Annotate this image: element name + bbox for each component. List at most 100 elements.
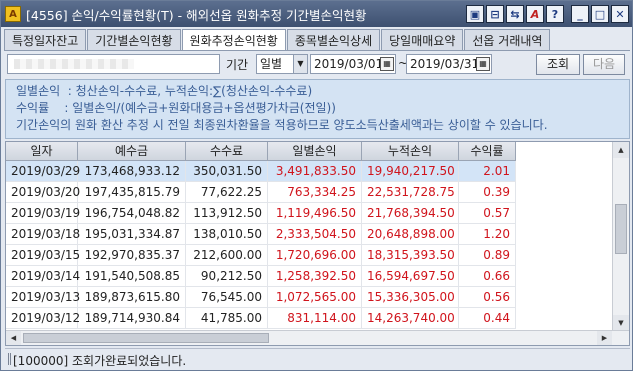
scroll-up-icon[interactable]: ▲ [613, 142, 629, 158]
info-line-daily-pnl: 일별손익 : 청산손익-수수료, 누적손익:∑(청산손익-수수료) [16, 84, 313, 98]
cell-fee: 77,622.25 [186, 182, 268, 202]
font-icon[interactable]: A [526, 5, 544, 23]
calendar-icon[interactable]: ▦ [380, 57, 394, 71]
cell-daily-pnl: 1,119,496.50 [268, 203, 362, 223]
cell-deposit: 195,031,334.87 [78, 224, 186, 244]
scroll-right-icon[interactable]: ▶ [597, 331, 612, 345]
next-button[interactable]: 다음 [583, 54, 625, 75]
grid-empty-area [516, 161, 613, 331]
maximize-icon[interactable]: □ [591, 5, 609, 23]
horizontal-scrollbar[interactable]: ◀ ▶ [6, 330, 629, 345]
cell-return: 0.89 [459, 245, 516, 265]
title-buttons: ▣ ⊟ ⇆ A ? _ □ ✕ [466, 5, 629, 23]
table-row[interactable]: 2019/03/18 195,031,334.87 138,010.50 2,333,… [6, 224, 516, 245]
link-window-icon[interactable]: ▣ [466, 5, 484, 23]
tab-specific-date-balance[interactable]: 특정일자잔고 [4, 29, 87, 50]
cell-cumulative-pnl: 16,594,697.50 [362, 266, 459, 286]
info-panel: 일별손익 : 청산손익-수수료, 누적손익:∑(청산손익-수수료) 수익률 : … [5, 79, 630, 139]
cell-deposit: 192,970,835.37 [78, 245, 186, 265]
query-button[interactable]: 조회 [536, 54, 580, 75]
cell-fee: 350,031.50 [186, 161, 268, 181]
table-row[interactable]: 2019/03/29 173,468,933.12 350,031.50 3,491,… [6, 161, 516, 182]
tab-futures-options-history[interactable]: 선옵 거래내역 [464, 29, 551, 50]
period-select-value: 일별 [260, 57, 283, 71]
table-row[interactable]: 2019/03/14 191,540,508.85 90,212.50 1,258,3… [6, 266, 516, 287]
period-label: 기간 [226, 58, 249, 72]
cell-date: 2019/03/14 [6, 266, 80, 286]
cell-deposit: 196,754,048.82 [78, 203, 186, 223]
cell-date: 2019/03/12 [6, 308, 80, 328]
cell-date: 2019/03/20 [6, 182, 80, 202]
date-to-field[interactable]: 2019/03/31 ▦ [406, 54, 492, 74]
cell-cumulative-pnl: 21,768,394.50 [362, 203, 459, 223]
cell-fee: 212,600.00 [186, 245, 268, 265]
cell-date: 2019/03/15 [6, 245, 80, 265]
cell-daily-pnl: 831,114.00 [268, 308, 362, 328]
horizontal-scroll-thumb[interactable] [23, 333, 269, 343]
col-header-deposit[interactable]: 예수금 [78, 142, 186, 160]
cell-daily-pnl: 3,491,833.50 [268, 161, 362, 181]
cell-fee: 113,912.50 [186, 203, 268, 223]
help-icon[interactable]: ? [546, 5, 564, 23]
status-bar: [100000] 조회가완료되었습니다. [5, 348, 630, 368]
cell-date: 2019/03/29 [6, 161, 80, 181]
vertical-scroll-thumb[interactable] [615, 204, 627, 254]
cell-deposit: 191,540,508.85 [78, 266, 186, 286]
window-title: [4556] 손익/수익률현황(T) - 해외선옵 원화추정 기간별손익현황 [26, 7, 367, 23]
grip-icon [8, 353, 11, 365]
cell-return: 0.44 [459, 308, 516, 328]
cell-fee: 76,545.00 [186, 287, 268, 307]
info-line-return: 수익률 : 일별손익/(예수금+원화대용금+옵션평가차금(전일)) [16, 101, 336, 115]
cell-fee: 90,212.50 [186, 266, 268, 286]
cell-return: 2.01 [459, 161, 516, 181]
col-header-daily-pnl[interactable]: 일별손익 [268, 142, 362, 160]
account-field[interactable] [7, 54, 220, 74]
cell-cumulative-pnl: 22,531,728.75 [362, 182, 459, 202]
tab-item-pnl-detail[interactable]: 종목별손익상세 [286, 29, 381, 50]
cell-return: 0.66 [459, 266, 516, 286]
masked-account-number [14, 59, 134, 69]
calendar-icon[interactable]: ▦ [476, 57, 490, 71]
cell-return: 1.20 [459, 224, 516, 244]
tab-krw-estimated-pnl[interactable]: 원화추정손익현황 [181, 29, 286, 51]
cell-daily-pnl: 1,720,696.00 [268, 245, 362, 265]
table-row[interactable]: 2019/03/20 197,435,815.79 77,622.25 763,334… [6, 182, 516, 203]
app-icon: A [5, 6, 21, 22]
tab-daily-trade-summary[interactable]: 당일매매요약 [381, 29, 464, 50]
col-header-return[interactable]: 수익률 [459, 142, 516, 160]
date-from-value: 2019/03/01 [314, 57, 384, 71]
cell-fee: 138,010.50 [186, 224, 268, 244]
date-from-field[interactable]: 2019/03/01 ▦ [310, 54, 396, 74]
sync-icon[interactable]: ⇆ [506, 5, 524, 23]
cell-cumulative-pnl: 20,648,898.00 [362, 224, 459, 244]
table-row[interactable]: 2019/03/19 196,754,048.82 113,912.50 1,119,… [6, 203, 516, 224]
scroll-left-icon[interactable]: ◀ [6, 331, 21, 345]
layout-icon[interactable]: ⊟ [486, 5, 504, 23]
cell-daily-pnl: 763,334.25 [268, 182, 362, 202]
cell-date: 2019/03/19 [6, 203, 80, 223]
table-row[interactable]: 2019/03/12 189,714,930.84 41,785.00 831,114… [6, 308, 516, 329]
grid-header: 일자 예수금 수수료 일별손익 누적손익 수익률 [6, 142, 516, 161]
pnl-grid[interactable]: 일자 예수금 수수료 일별손익 누적손익 수익률 2019/03/29 173,4… [5, 141, 630, 346]
close-icon[interactable]: ✕ [611, 5, 629, 23]
vertical-scrollbar[interactable]: ▲ ▼ [612, 142, 629, 331]
cell-cumulative-pnl: 19,940,217.50 [362, 161, 459, 181]
cell-fee: 41,785.00 [186, 308, 268, 328]
table-row[interactable]: 2019/03/15 192,970,835.37 212,600.00 1,720,… [6, 245, 516, 266]
scroll-down-icon[interactable]: ▼ [613, 315, 629, 331]
title-bar[interactable]: A [4556] 손익/수익률현황(T) - 해외선옵 원화추정 기간별손익현황… [1, 1, 632, 27]
col-header-date[interactable]: 일자 [6, 142, 78, 160]
info-line-notice: 기간손익의 원화 환산 추정 시 전일 최종원차환율을 적용하므로 양도소득산출… [16, 118, 548, 132]
table-row[interactable]: 2019/03/13 189,873,615.80 76,545.00 1,072,5… [6, 287, 516, 308]
col-header-cumulative-pnl[interactable]: 누적손익 [362, 142, 459, 160]
cell-deposit: 197,435,815.79 [78, 182, 186, 202]
status-message: [100000] 조회가완료되었습니다. [13, 354, 187, 368]
cell-return: 0.39 [459, 182, 516, 202]
minimize-icon[interactable]: _ [571, 5, 589, 23]
cell-return: 0.56 [459, 287, 516, 307]
tab-period-pnl[interactable]: 기간별손익현황 [87, 29, 181, 50]
col-header-fee[interactable]: 수수료 [186, 142, 268, 160]
date-to-value: 2019/03/31 [410, 57, 480, 71]
period-select[interactable]: 일별 ▼ [256, 54, 308, 74]
chevron-down-icon[interactable]: ▼ [293, 55, 307, 73]
